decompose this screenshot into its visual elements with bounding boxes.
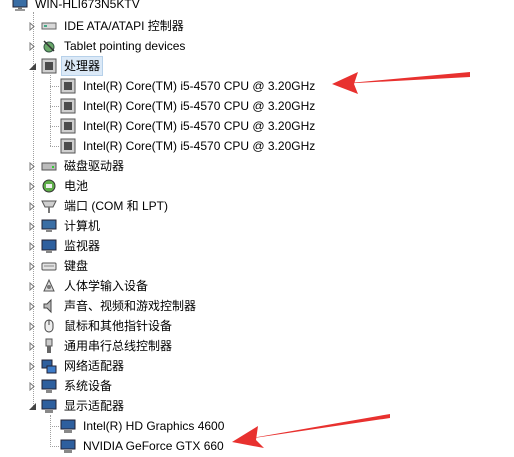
tree-item-label: Tablet pointing devices <box>64 39 186 53</box>
tree-branch <box>50 126 59 127</box>
tree-branch <box>50 446 59 447</box>
tree-item-label: 显示适配器 <box>64 399 125 413</box>
tree-root-computer[interactable]: WIN-HLI673N5KTV <box>12 0 142 14</box>
display-adapter-icon <box>60 438 76 454</box>
expand-arrow-icon[interactable] <box>28 242 37 251</box>
tree-item-battery[interactable]: 电池 <box>28 176 90 196</box>
computer-name: WIN-HLI673N5KTV <box>35 0 140 11</box>
tree-item-usb[interactable]: 通用串行总线控制器 <box>28 336 174 356</box>
tree-item-ide[interactable]: IDE ATA/ATAPI 控制器 <box>28 16 186 36</box>
tree-item-label: Intel(R) Core(TM) i5-4570 CPU @ 3.20GHz <box>83 79 316 93</box>
tree-branch <box>50 106 59 107</box>
tree-item-disk[interactable]: 磁盘驱动器 <box>28 156 126 176</box>
tree-item-computer[interactable]: 计算机 <box>28 216 102 236</box>
display-adapter-icon <box>60 418 76 434</box>
tree-item-monitors[interactable]: 监视器 <box>28 236 102 256</box>
disk-drive-icon <box>41 158 57 174</box>
expand-arrow-icon[interactable] <box>28 342 37 351</box>
expand-arrow-icon[interactable] <box>28 362 37 371</box>
tree-child-display-adapter[interactable]: Intel(R) HD Graphics 4600 <box>60 416 226 436</box>
tree-item-label: 处理器 <box>60 56 104 76</box>
display-adapter-icon <box>41 398 57 414</box>
tree-item-hid[interactable]: 人体学输入设备 <box>28 276 150 296</box>
tree-item-label: 鼠标和其他指针设备 <box>64 319 173 333</box>
tree-item-label: 监视器 <box>64 239 101 253</box>
expand-arrow-icon[interactable] <box>28 382 37 391</box>
tree-guide-display <box>50 415 51 445</box>
battery-icon <box>41 178 57 194</box>
tablet-icon <box>41 38 57 54</box>
tree-item-label: Intel(R) Core(TM) i5-4570 CPU @ 3.20GHz <box>83 99 316 113</box>
annotation-arrow-icon <box>332 72 470 94</box>
expand-arrow-icon[interactable] <box>28 182 37 191</box>
keyboard-icon <box>41 258 57 274</box>
ide-controller-icon <box>41 18 57 34</box>
speaker-icon <box>41 298 57 314</box>
tree-item-label: 端口 (COM 和 LPT) <box>64 199 168 213</box>
tree-item-system[interactable]: 系统设备 <box>28 376 114 396</box>
tree-item-keyboard[interactable]: 键盘 <box>28 256 90 276</box>
tree-child-processor[interactable]: Intel(R) Core(TM) i5-4570 CPU @ 3.20GHz <box>60 116 317 136</box>
hid-icon <box>41 278 57 294</box>
system-device-icon <box>41 378 57 394</box>
tree-item-label: 声音、视频和游戏控制器 <box>64 299 197 313</box>
tree-item-label: Intel(R) Core(TM) i5-4570 CPU @ 3.20GHz <box>83 139 316 153</box>
tree-item-processors[interactable]: 处理器 <box>28 56 104 76</box>
expand-arrow-icon[interactable] <box>28 262 37 271</box>
monitor-icon <box>41 238 57 254</box>
tree-item-label: IDE ATA/ATAPI 控制器 <box>64 19 184 33</box>
tree-item-label: Intel(R) HD Graphics 4600 <box>83 419 225 433</box>
processor-icon <box>60 118 76 134</box>
expand-arrow-icon[interactable] <box>28 322 37 331</box>
tree-item-ports[interactable]: 端口 (COM 和 LPT) <box>28 196 170 216</box>
tree-item-label: 电池 <box>64 179 89 193</box>
processor-icon <box>60 98 76 114</box>
tree-child-processor[interactable]: Intel(R) Core(TM) i5-4570 CPU @ 3.20GHz <box>60 76 317 96</box>
tree-branch <box>50 426 59 427</box>
tree-child-processor[interactable]: Intel(R) Core(TM) i5-4570 CPU @ 3.20GHz <box>60 136 317 156</box>
mouse-icon <box>41 318 57 334</box>
tree-item-label: 网络适配器 <box>64 359 125 373</box>
expand-arrow-icon[interactable] <box>28 202 37 211</box>
tree-item-display[interactable]: 显示适配器 <box>28 396 126 416</box>
tree-item-label: 系统设备 <box>64 379 113 393</box>
annotation-arrow-icon <box>232 414 390 448</box>
expand-arrow-icon[interactable] <box>28 22 37 31</box>
expand-arrow-icon[interactable] <box>28 302 37 311</box>
expand-arrow-icon[interactable] <box>28 42 37 51</box>
collapse-arrow-icon[interactable] <box>28 62 37 71</box>
tree-item-label: 人体学输入设备 <box>64 279 149 293</box>
port-icon <box>41 198 57 214</box>
computer-icon <box>12 0 28 12</box>
tree-item-label: 键盘 <box>64 259 89 273</box>
expand-arrow-icon[interactable] <box>28 282 37 291</box>
collapse-arrow-icon[interactable] <box>28 402 37 411</box>
tree-item-network[interactable]: 网络适配器 <box>28 356 126 376</box>
expand-arrow-icon[interactable] <box>28 162 37 171</box>
tree-item-label: 计算机 <box>64 219 101 233</box>
expand-arrow-icon[interactable] <box>28 222 37 231</box>
usb-icon <box>41 338 57 354</box>
network-adapter-icon <box>41 358 57 374</box>
tree-branch <box>50 146 59 147</box>
tree-item-label: NVIDIA GeForce GTX 660 <box>83 439 224 453</box>
processor-icon <box>60 78 76 94</box>
tree-item-label: 通用串行总线控制器 <box>64 339 173 353</box>
processor-icon <box>60 138 76 154</box>
tree-child-processor[interactable]: Intel(R) Core(TM) i5-4570 CPU @ 3.20GHz <box>60 96 317 116</box>
processor-icon <box>41 58 57 74</box>
tree-child-display-adapter[interactable]: NVIDIA GeForce GTX 660 <box>60 436 226 456</box>
tree-item-label: Intel(R) Core(TM) i5-4570 CPU @ 3.20GHz <box>83 119 316 133</box>
tree-branch <box>50 86 59 87</box>
tree-item-tablet[interactable]: Tablet pointing devices <box>28 36 187 56</box>
computer-icon <box>41 218 57 234</box>
tree-item-sound[interactable]: 声音、视频和游戏控制器 <box>28 296 198 316</box>
tree-item-label: 磁盘驱动器 <box>64 159 125 173</box>
tree-item-mouse[interactable]: 鼠标和其他指针设备 <box>28 316 174 336</box>
